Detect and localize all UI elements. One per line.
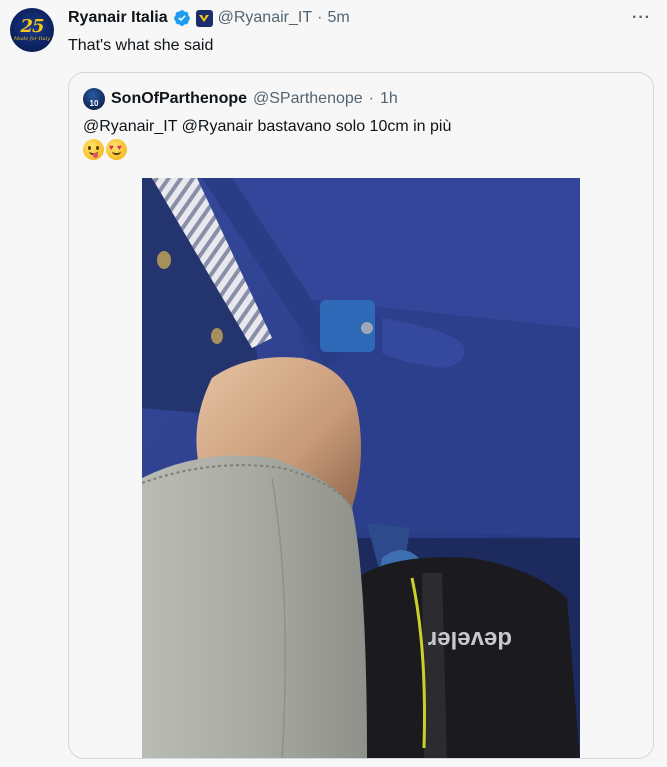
quoted-display-name[interactable]: SonOfParthenope <box>111 90 247 108</box>
affiliate-badge-icon <box>195 9 213 27</box>
quoted-timestamp[interactable]: 1h <box>380 90 398 108</box>
face-with-tongue-icon <box>83 139 104 160</box>
verified-badge-icon <box>173 10 190 26</box>
photo-legroom-knee-against-seat: develer <box>142 178 580 758</box>
quoted-tweet-text: @Ryanair_IT @Ryanair bastavano solo 10cm… <box>83 118 452 135</box>
handle[interactable]: @Ryanair_IT <box>218 9 313 27</box>
timestamp[interactable]: 5m <box>327 9 349 27</box>
avatar-logo-subtext: Made for Italy <box>13 36 51 42</box>
tweet-photo[interactable]: develer <box>142 178 580 758</box>
tweet-text: That's what she said <box>68 37 214 54</box>
bag-brand-label: develer <box>428 626 512 653</box>
quoted-separator-dot: · <box>368 90 374 107</box>
quoted-emoji-row: ♥ ♥ <box>83 139 127 160</box>
quoted-tweet-header: 10 SonOfParthenope @SParthenope · 1h <box>83 88 398 110</box>
avatar-jersey-number: 10 <box>89 99 99 108</box>
separator-dot: · <box>317 9 323 26</box>
smiling-face-with-heart-eyes-icon: ♥ ♥ <box>106 139 127 160</box>
more-options-icon[interactable]: ··· <box>632 9 651 27</box>
quoted-tweet[interactable]: 10 SonOfParthenope @SParthenope · 1h @Ry… <box>68 72 654 759</box>
avatar-logo-number: 25 <box>20 16 44 37</box>
display-name[interactable]: Ryanair Italia <box>68 9 168 27</box>
ryanair-italia-avatar[interactable]: 25 Made for Italy <box>10 8 54 52</box>
tweet[interactable]: 25 Made for Italy Ryanair Italia @Ryanai… <box>0 0 667 767</box>
tweet-header: Ryanair Italia @Ryanair_IT · 5m <box>68 9 350 27</box>
quoted-handle[interactable]: @SParthenope <box>253 90 363 108</box>
sonofparthenope-avatar[interactable]: 10 <box>83 88 105 110</box>
